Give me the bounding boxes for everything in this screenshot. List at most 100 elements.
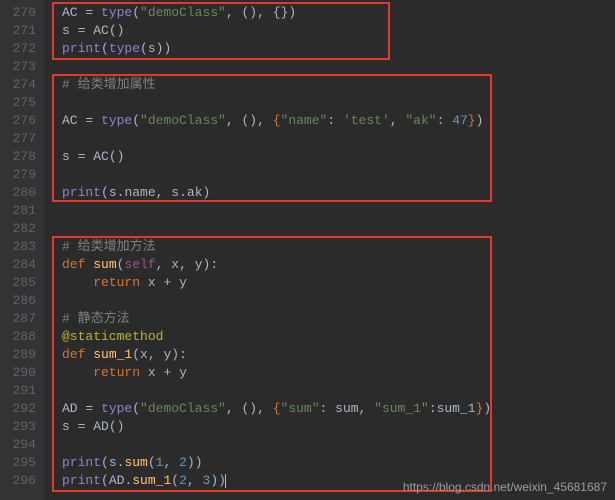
tok-var: x [171,257,179,272]
code-line[interactable] [44,58,615,76]
tok-op: + [156,275,179,290]
code-line[interactable]: return x + y [44,274,615,292]
tok-var: x [148,275,156,290]
code-line[interactable]: # 给类增加方法 [44,238,615,256]
line-number: 294 [6,436,36,454]
tok-cm: , [156,257,172,272]
line-number: 273 [6,58,36,76]
code-line[interactable] [44,382,615,400]
tok-method: sum [124,455,147,470]
code-line[interactable]: print(type(s)) [44,40,615,58]
code-line[interactable]: print(s.sum(1, 2)) [44,454,615,472]
tok-col: : [179,347,187,362]
tok-lp: ( [101,41,109,56]
code-area[interactable]: AC = type("demoClass", (), {}) s = AC() … [44,0,615,500]
code-line[interactable]: print(s.name, s.ak) [44,184,615,202]
code-line[interactable]: s = AC() [44,148,615,166]
tok-var: AD [62,401,78,416]
line-number: 289 [6,346,36,364]
code-line[interactable] [44,292,615,310]
tok-str: "demoClass" [140,401,226,416]
tok-call: AC [93,149,109,164]
tok-lp: ( [140,41,148,56]
code-line[interactable] [44,166,615,184]
line-number: 285 [6,274,36,292]
code-line[interactable]: return x + y [44,364,615,382]
code-line[interactable]: @staticmethod [44,328,615,346]
tok-lp: ( [132,5,140,20]
tok-cm: , [390,113,406,128]
line-number: 281 [6,202,36,220]
tok-eq: = [70,149,93,164]
tok-tuple: () [241,401,257,416]
tok-comment: # 给类增加方法 [62,239,156,254]
code-line[interactable]: AD = type("demoClass", (), {"sum": sum, … [44,400,615,418]
tok-num: 47 [452,113,468,128]
code-line[interactable]: def sum(self, x, y): [44,256,615,274]
tok-var: AC [62,5,78,20]
tok-str: "demoClass" [140,113,226,128]
tok-eq: = [70,419,93,434]
tok-rp: ) [288,5,296,20]
tok-str: 'test' [343,113,390,128]
tok-rp: ) [187,455,195,470]
tok-var: s [62,149,70,164]
tok-var: y [179,275,187,290]
tok-tuple: () [241,5,257,20]
tok-call: AD [93,419,109,434]
code-line[interactable] [44,94,615,112]
code-line[interactable] [44,202,615,220]
line-number: 270 [6,4,36,22]
tok-col: : [320,401,336,416]
tok-mem: ak [187,185,203,200]
line-number: 296 [6,472,36,490]
line-number: 274 [6,76,36,94]
cursor-icon [225,474,226,488]
code-line[interactable]: s = AD() [44,418,615,436]
tok-cm: , [163,455,179,470]
tok-mem: name [124,185,155,200]
tok-lp: ( [109,149,117,164]
code-line[interactable]: def sum_1(x, y): [44,346,615,364]
code-line[interactable]: AC = type("demoClass", (), {"name": 'tes… [44,112,615,130]
tok-lp: ( [101,185,109,200]
watermark: https://blog.csdn.net/weixin_45681687 [403,480,607,494]
tok-tuple: () [241,113,257,128]
tok-rp: ) [203,185,211,200]
tok-indent [62,275,93,290]
line-number: 279 [6,166,36,184]
tok-return: return [93,365,140,380]
tok-str: "demoClass" [140,5,226,20]
tok-op: + [156,365,179,380]
code-line[interactable] [44,220,615,238]
line-number: 276 [6,112,36,130]
code-line[interactable]: s = AC() [44,22,615,40]
tok-cm: , [226,401,242,416]
tok-var: s [109,455,117,470]
tok-var: x [140,347,148,362]
tok-str: "ak" [405,113,436,128]
tok-lp: ( [109,23,117,38]
tok-cm: , [156,185,172,200]
tok-col: : [210,257,218,272]
tok-var: y [179,365,187,380]
code-editor: 2702712722732742752762772782792802812822… [0,0,615,500]
code-line[interactable] [44,130,615,148]
tok-eq: = [78,5,101,20]
code-line[interactable] [44,436,615,454]
tok-lb: { [273,401,281,416]
tok-fn: sum_1 [93,347,132,362]
tok-lp: ( [101,473,109,488]
tok-comment: # 静态方法 [62,311,130,326]
code-line[interactable]: # 静态方法 [44,310,615,328]
code-line[interactable]: AC = type("demoClass", (), {}) [44,4,615,22]
tok-print: print [62,185,101,200]
tok-var: s [148,41,156,56]
code-line[interactable]: # 给类增加属性 [44,76,615,94]
tok-lp: ( [109,419,117,434]
line-number: 277 [6,130,36,148]
line-number: 290 [6,364,36,382]
tok-cm: , [226,5,242,20]
tok-lp: ( [171,473,179,488]
tok-lb: { [273,113,281,128]
